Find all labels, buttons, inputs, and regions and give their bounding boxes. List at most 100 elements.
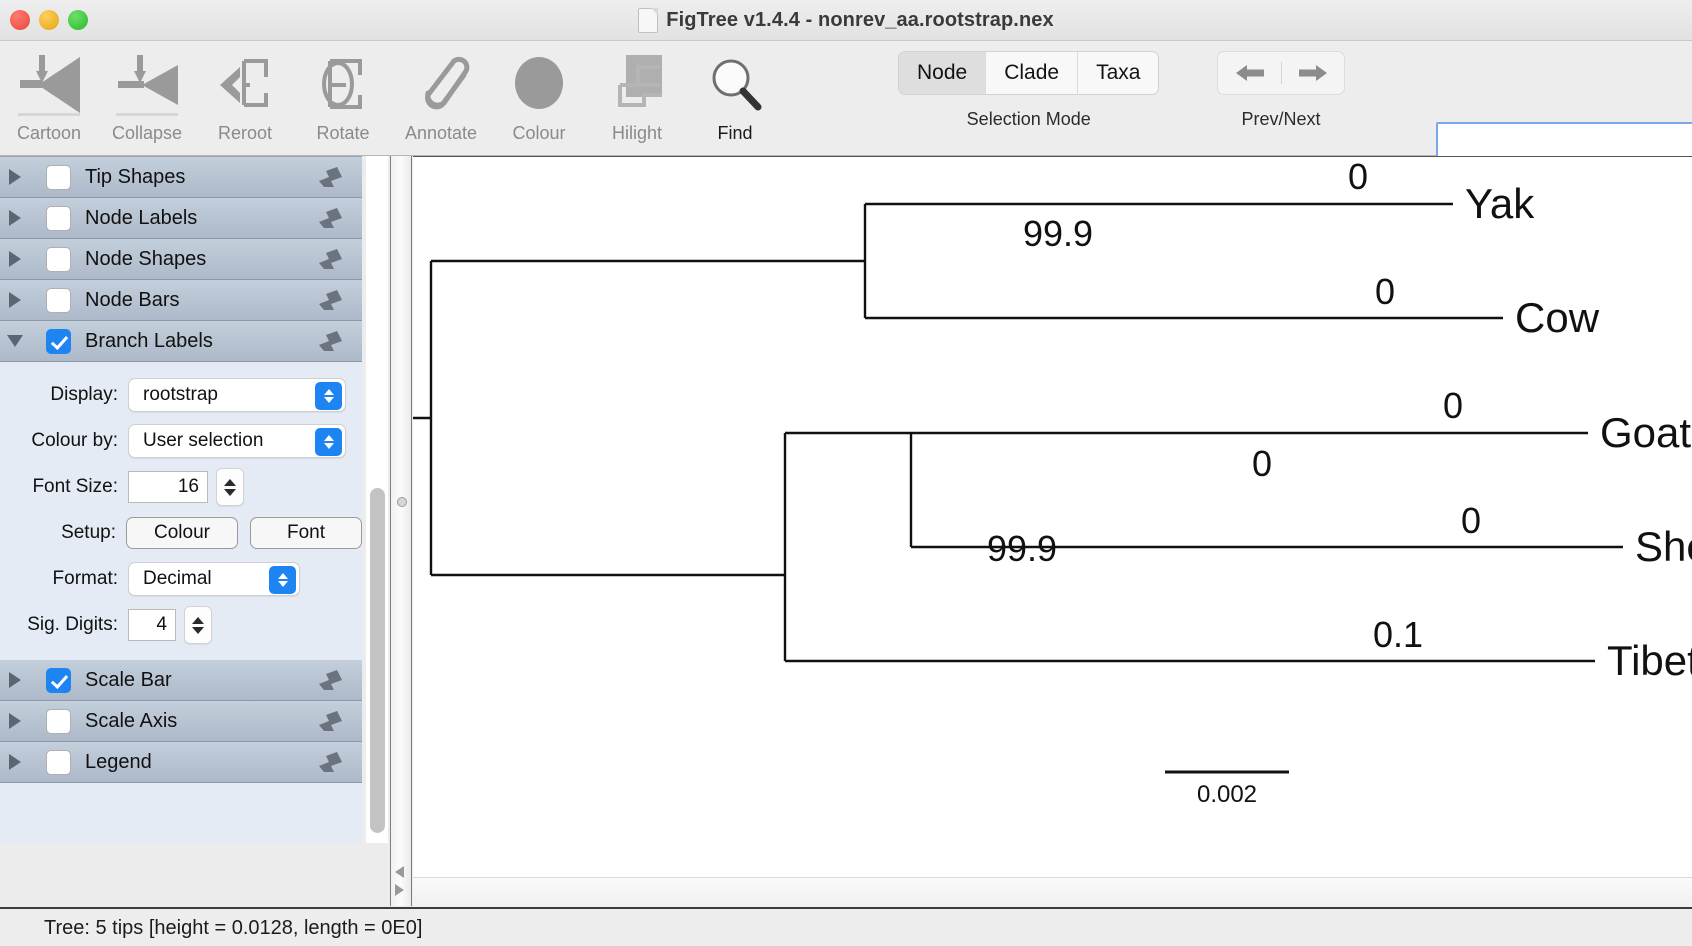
node-bars-checkbox[interactable] bbox=[46, 287, 71, 313]
split-pane-divider[interactable] bbox=[390, 156, 412, 906]
sidebar-item-legend[interactable]: Legend bbox=[0, 742, 362, 783]
prev-next-caption: Prev/Next bbox=[1241, 109, 1321, 129]
document-icon bbox=[638, 7, 659, 33]
sig-digits-label: Sig. Digits: bbox=[27, 614, 118, 635]
tree-branches bbox=[413, 202, 1623, 663]
branch-label-0[interactable]: 0 bbox=[1348, 157, 1368, 197]
selection-mode-group: Node Clade Taxa Selection Mode bbox=[898, 51, 1160, 130]
colour-icon bbox=[504, 49, 574, 121]
node-shapes-checkbox[interactable] bbox=[46, 246, 71, 272]
next-button[interactable] bbox=[1282, 62, 1344, 84]
prev-next-group: Prev/Next bbox=[1217, 51, 1345, 130]
node-shapes-disclosure[interactable] bbox=[2, 251, 28, 267]
pin-icon[interactable] bbox=[316, 669, 346, 691]
reroot-icon bbox=[210, 49, 280, 121]
format-value: Decimal bbox=[143, 568, 212, 589]
sidebar-item-node-bars[interactable]: Node Bars bbox=[0, 280, 362, 321]
node-labels-checkbox[interactable] bbox=[46, 205, 71, 231]
format-select[interactable]: Decimal bbox=[128, 562, 300, 596]
branch-label-1[interactable]: 99.9 bbox=[1023, 213, 1093, 254]
divider-handle-dot[interactable] bbox=[397, 497, 407, 507]
node-labels-disclosure[interactable] bbox=[2, 210, 28, 226]
format-chevron-icon[interactable] bbox=[269, 566, 296, 594]
tip-shapes-disclosure[interactable] bbox=[2, 169, 28, 185]
node-bars-disclosure[interactable] bbox=[2, 292, 28, 308]
cartoon-label: Cartoon bbox=[16, 123, 82, 143]
selection-mode-node[interactable]: Node bbox=[899, 52, 987, 94]
sidebar-item-scale-bar[interactable]: Scale Bar bbox=[0, 660, 362, 701]
hilight-button[interactable]: Hilight bbox=[588, 41, 686, 151]
phylogenetic-tree[interactable]: Yak Cow Goat Sheep Tibetan_antelope 0 99.9 0 0 0… bbox=[413, 157, 1692, 906]
selection-mode-taxa[interactable]: Taxa bbox=[1078, 52, 1158, 94]
pin-icon[interactable] bbox=[316, 166, 346, 188]
collapse-button[interactable]: Collapse bbox=[98, 41, 196, 151]
display-chevron-icon[interactable] bbox=[315, 382, 342, 410]
tip-label-sheep[interactable]: Sheep bbox=[1635, 523, 1692, 570]
setup-colour-button[interactable]: Colour bbox=[126, 517, 238, 549]
selection-mode-clade[interactable]: Clade bbox=[986, 52, 1079, 94]
branch-labels-checkbox[interactable] bbox=[46, 328, 71, 354]
tip-shapes-checkbox[interactable] bbox=[46, 164, 71, 190]
selection-mode-caption: Selection Mode bbox=[966, 109, 1091, 129]
sidebar-item-tip-shapes[interactable]: Tip Shapes bbox=[0, 157, 362, 198]
colour-button[interactable]: Colour bbox=[490, 41, 588, 151]
toolbar: Cartoon Collapse Reroot Rotate Annotate … bbox=[0, 41, 1692, 158]
status-text: Tree: 5 tips [height = 0.0128, length = … bbox=[44, 917, 423, 939]
font-size-stepper[interactable] bbox=[216, 468, 244, 506]
tree-horizontal-scrollbar[interactable] bbox=[413, 877, 1692, 907]
prev-button[interactable] bbox=[1219, 62, 1281, 84]
branch-label-3[interactable]: 0 bbox=[1443, 385, 1463, 426]
triangle-left-icon[interactable] bbox=[395, 866, 404, 878]
pin-icon[interactable] bbox=[316, 207, 346, 229]
cartoon-button[interactable]: Cartoon bbox=[0, 41, 98, 151]
font-size-label: Font Size: bbox=[32, 476, 118, 497]
scale-bar-disclosure[interactable] bbox=[2, 672, 28, 688]
sidebar-item-node-shapes[interactable]: Node Shapes bbox=[0, 239, 362, 280]
branch-label-7[interactable]: 0.1 bbox=[1373, 614, 1423, 655]
branch-label-6[interactable]: 99.9 bbox=[987, 528, 1057, 569]
colour-by-chevron-icon[interactable] bbox=[315, 428, 342, 456]
pin-icon[interactable] bbox=[316, 710, 346, 732]
pin-icon[interactable] bbox=[316, 330, 346, 352]
pin-icon[interactable] bbox=[316, 751, 346, 773]
tree-canvas[interactable]: Yak Cow Goat Sheep Tibetan_antelope 0 99.9 0 0 0… bbox=[413, 156, 1692, 906]
sidebar-item-node-labels[interactable]: Node Labels bbox=[0, 198, 362, 239]
selection-mode-segmented-control[interactable]: Node Clade Taxa bbox=[898, 51, 1160, 95]
branch-labels-panel: Display: rootstrap Colour by: User selec… bbox=[0, 362, 362, 660]
prev-next-control[interactable] bbox=[1217, 51, 1345, 95]
colour-by-select[interactable]: User selection bbox=[128, 424, 346, 458]
scale-axis-disclosure[interactable] bbox=[2, 713, 28, 729]
find-button[interactable]: Find bbox=[686, 41, 784, 151]
branch-label-4[interactable]: 0 bbox=[1252, 443, 1272, 484]
font-size-input[interactable]: 16 bbox=[128, 471, 208, 503]
sidebar-item-branch-labels[interactable]: Branch Labels bbox=[0, 321, 362, 362]
pin-icon[interactable] bbox=[316, 248, 346, 270]
tip-label-tibetan_antelope[interactable]: Tibetan_antelope bbox=[1607, 637, 1692, 684]
tip-label-cow[interactable]: Cow bbox=[1515, 294, 1600, 341]
branch-label-5[interactable]: 0 bbox=[1461, 500, 1481, 541]
triangle-right-icon bbox=[9, 713, 21, 729]
legend-disclosure[interactable] bbox=[2, 754, 28, 770]
annotate-button[interactable]: Annotate bbox=[392, 41, 490, 151]
scale-bar-checkbox[interactable] bbox=[46, 667, 71, 693]
branch-label-2[interactable]: 0 bbox=[1375, 271, 1395, 312]
setup-font-button[interactable]: Font bbox=[250, 517, 362, 549]
tip-label-goat[interactable]: Goat bbox=[1600, 409, 1691, 456]
display-select[interactable]: rootstrap bbox=[128, 378, 346, 412]
triangle-right-icon[interactable] bbox=[395, 884, 404, 896]
rotate-button[interactable]: Rotate bbox=[294, 41, 392, 151]
status-bar: Tree: 5 tips [height = 0.0128, length = … bbox=[0, 907, 1692, 946]
reroot-button[interactable]: Reroot bbox=[196, 41, 294, 151]
sidebar-item-scale-axis[interactable]: Scale Axis bbox=[0, 701, 362, 742]
search-input[interactable] bbox=[1436, 122, 1692, 158]
legend-checkbox[interactable] bbox=[46, 749, 71, 775]
sig-digits-input[interactable]: 4 bbox=[128, 609, 176, 641]
scale-axis-checkbox[interactable] bbox=[46, 708, 71, 734]
pin-icon[interactable] bbox=[316, 289, 346, 311]
triangle-right-icon bbox=[9, 672, 21, 688]
tip-label-yak[interactable]: Yak bbox=[1465, 180, 1535, 227]
divider-collapse-arrows[interactable] bbox=[395, 866, 404, 896]
branch-labels-disclosure[interactable] bbox=[2, 335, 28, 347]
sig-digits-stepper[interactable] bbox=[184, 606, 212, 644]
sidebar-scrollbar-thumb[interactable] bbox=[370, 488, 385, 833]
